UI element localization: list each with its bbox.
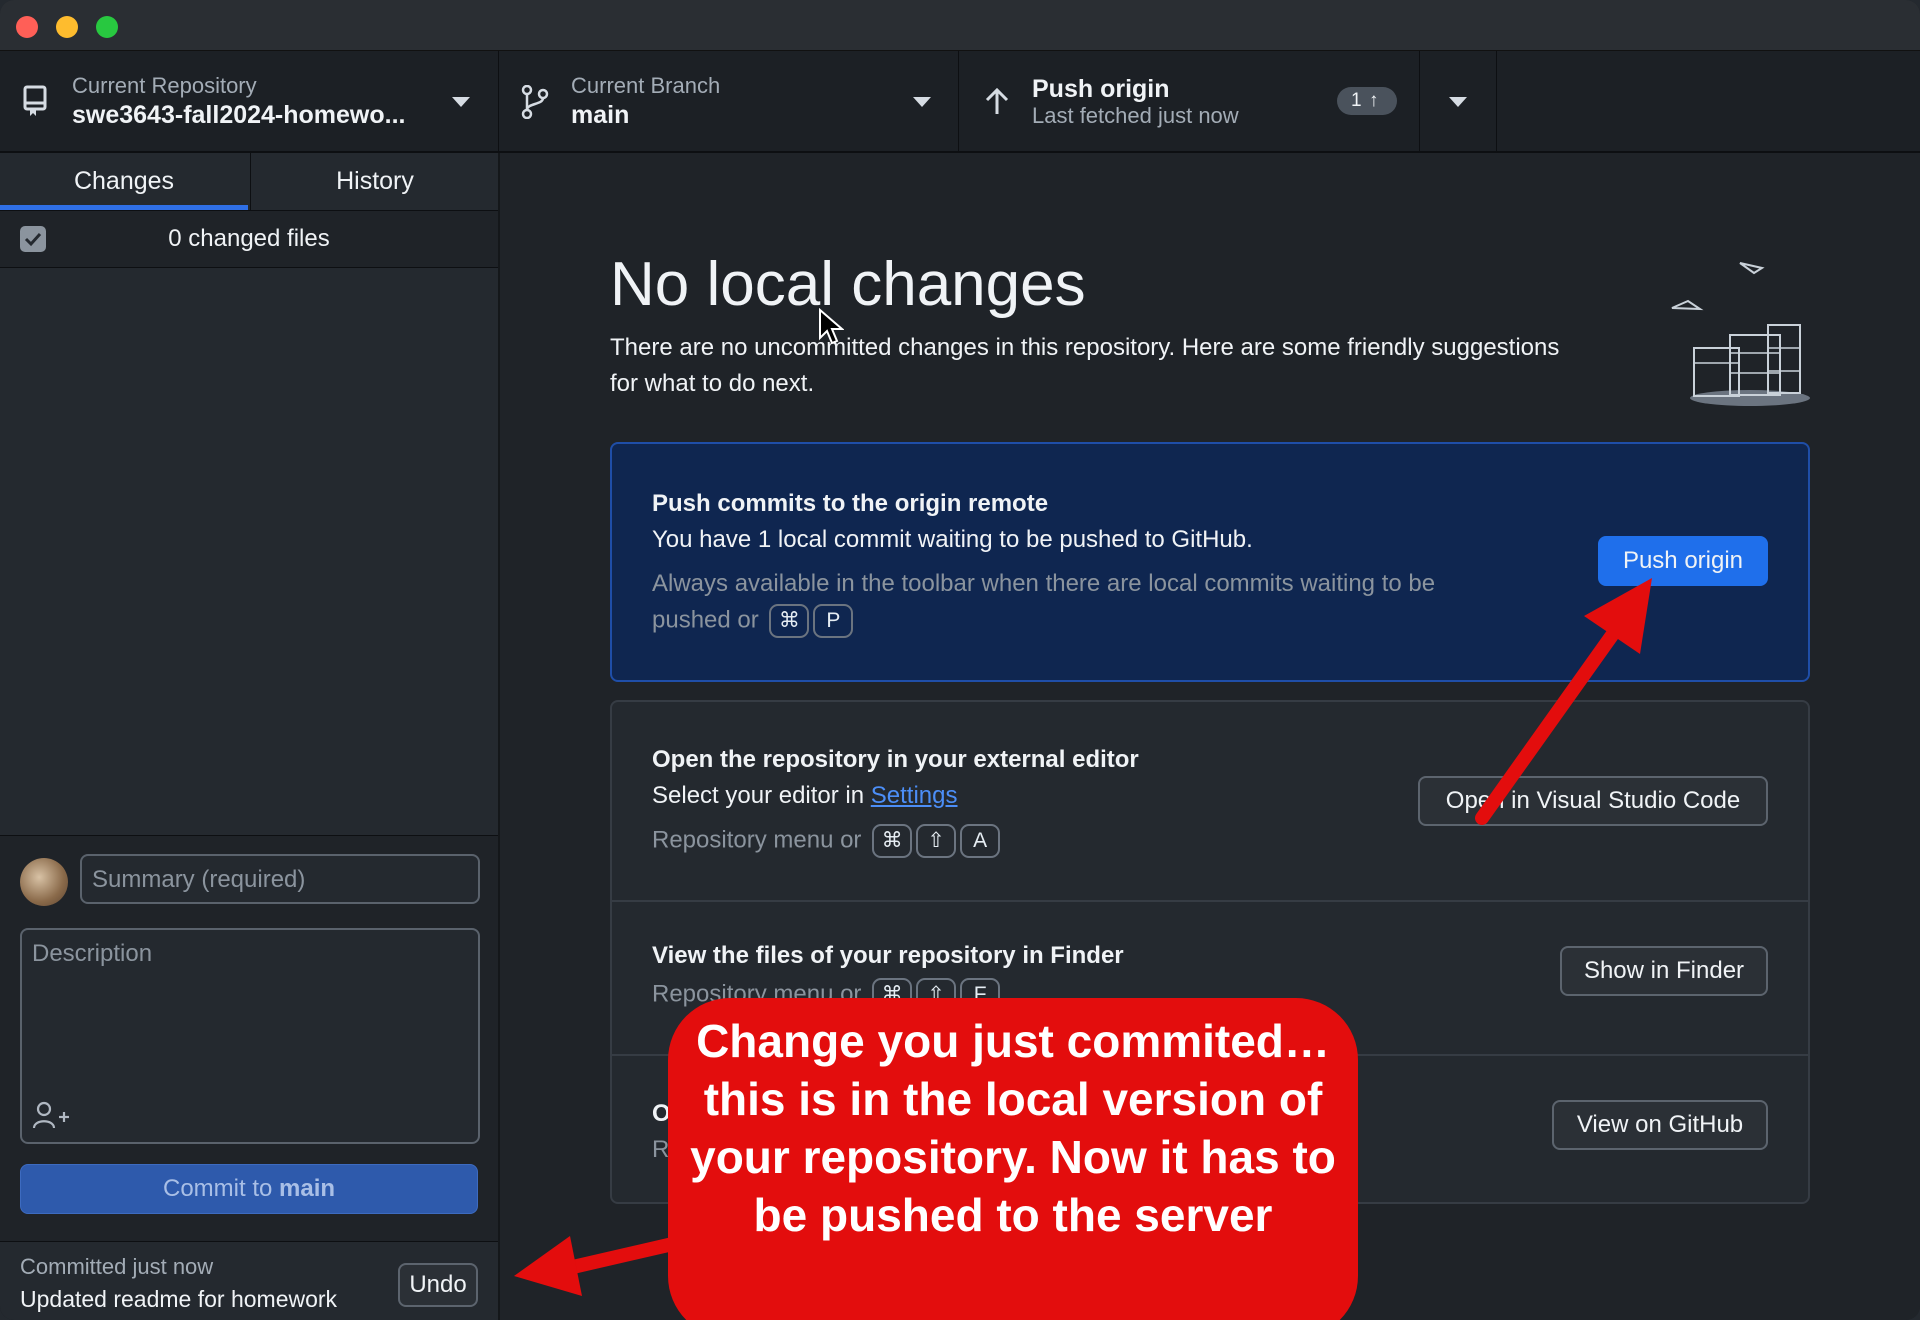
arrow-to-last-commit-head [514,1236,582,1296]
github-desktop-window: Current Repository swe3643-fall2024-home… [0,0,1920,1320]
arrow-to-push-button-head [1584,578,1652,654]
arrow-to-push-button [1475,603,1637,825]
annotation-callout: Change you just commited… this is in the… [668,998,1358,1320]
